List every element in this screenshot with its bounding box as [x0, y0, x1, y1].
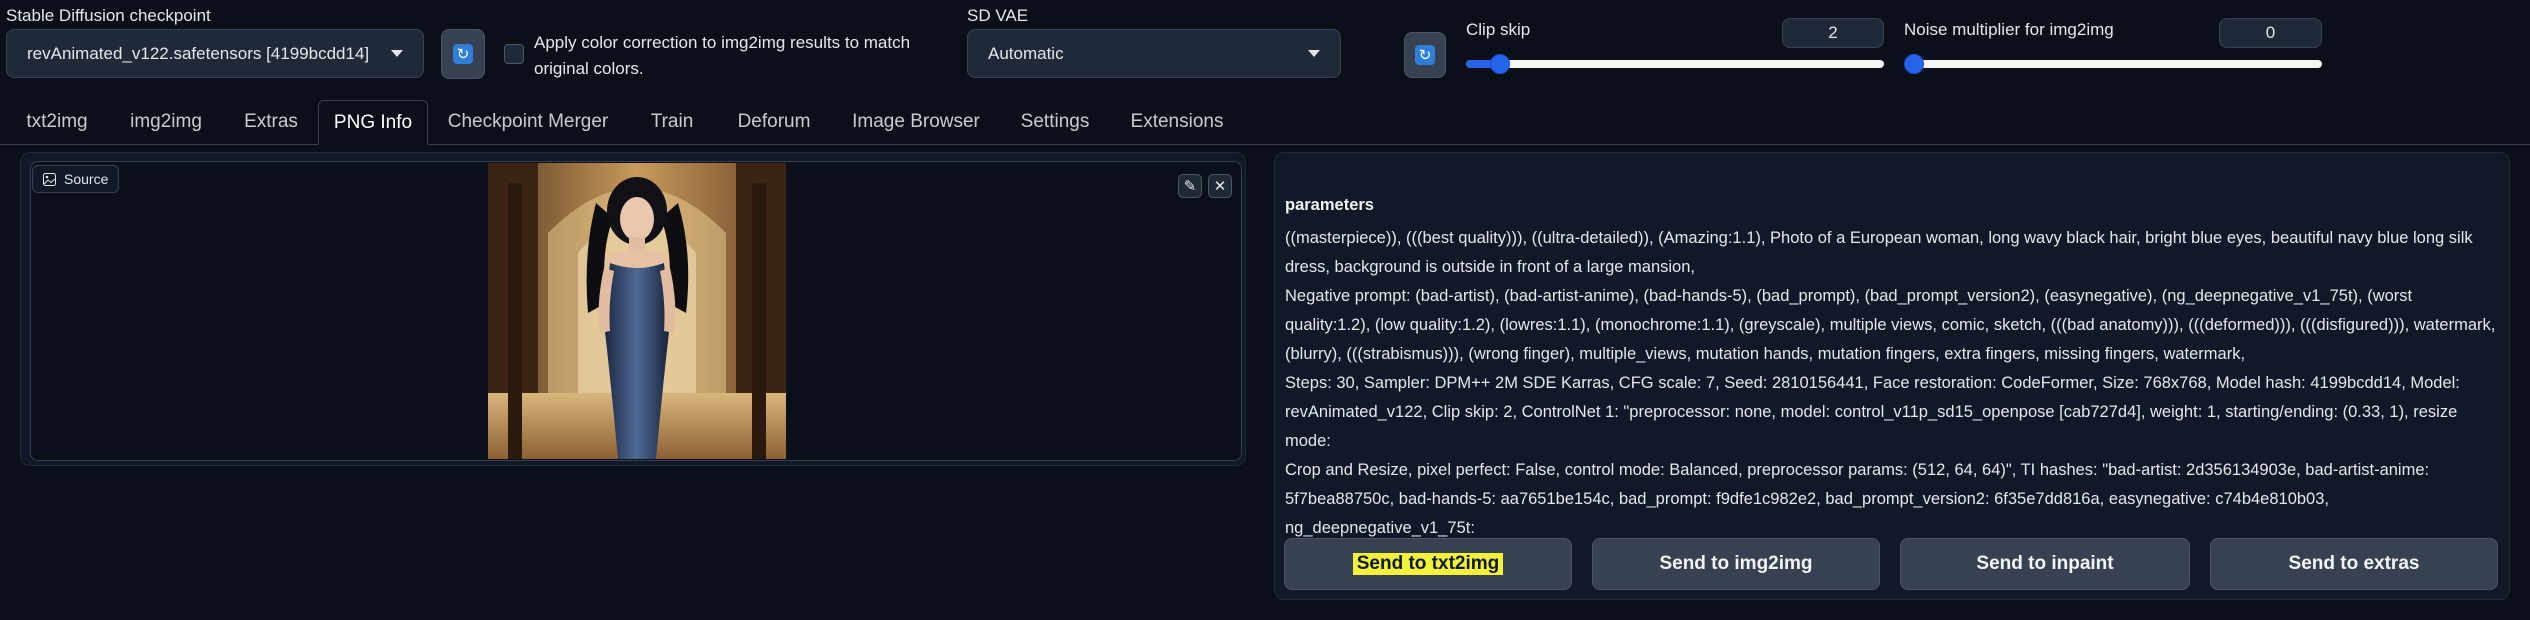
refresh-checkpoint-button[interactable]: ↻	[441, 29, 485, 79]
settings-line: Crop and Resize, pixel perfect: False, c…	[1285, 461, 2430, 479]
noise-multiplier-label: Noise multiplier for img2img	[1904, 20, 2114, 39]
generation-info: parameters ((masterpiece)), (((best qual…	[1285, 191, 2499, 572]
color-correction-label: Apply color correction to img2img result…	[534, 30, 910, 82]
clip-skip-slider-thumb[interactable]	[1490, 54, 1510, 74]
clip-skip-number-input[interactable]: 2	[1782, 18, 1884, 48]
prompt-line: dress, background is outside in front of…	[1285, 258, 1695, 276]
refresh-vae-button[interactable]: ↻	[1404, 32, 1446, 78]
vae-value: Automatic	[988, 43, 1064, 63]
tab-png-info[interactable]: PNG Info	[318, 100, 428, 145]
negative-prompt-line: quality:1.2), (low quality:1.2), (lowres…	[1285, 316, 2496, 334]
pencil-icon: ✎	[1183, 178, 1197, 195]
clip-skip-slider[interactable]	[1466, 54, 1884, 74]
source-tag: Source	[32, 165, 120, 193]
uploaded-image	[488, 163, 786, 459]
parameters-heading: parameters	[1285, 196, 1374, 214]
parameters-text: ((masterpiece)), (((best quality))), ((u…	[1285, 224, 2499, 572]
tab-settings[interactable]: Settings	[1006, 100, 1104, 143]
prompt-line: ((masterpiece)), (((best quality))), ((u…	[1285, 229, 2473, 247]
settings-line: 5f7bea88750c, bad-hands-5: aa7651be154c,…	[1285, 490, 2329, 537]
tab-txt2img[interactable]: txt2img	[8, 100, 106, 143]
tab-image-browser[interactable]: Image Browser	[836, 100, 996, 143]
image-icon	[43, 172, 56, 186]
checkpoint-value: revAnimated_v122.safetensors [4199bcdd14…	[27, 43, 370, 63]
noise-multiplier-slider[interactable]	[1904, 54, 2322, 74]
color-correction-line1: Apply color correction to img2img result…	[534, 33, 911, 52]
tab-extensions[interactable]: Extensions	[1116, 100, 1238, 143]
tab-deforum[interactable]: Deforum	[724, 100, 824, 143]
tab-train[interactable]: Train	[630, 100, 714, 143]
edit-image-button[interactable]: ✎	[1178, 174, 1202, 198]
chevron-down-icon	[1308, 50, 1320, 57]
noise-multiplier-slider-thumb[interactable]	[1904, 54, 1924, 74]
noise-multiplier-number-input[interactable]: 0	[2219, 18, 2322, 48]
checkpoint-dropdown[interactable]: revAnimated_v122.safetensors [4199bcdd14…	[6, 29, 424, 78]
clear-image-button[interactable]: ✕	[1208, 174, 1232, 198]
settings-line: revAnimated_v122, Clip skip: 2, ControlN…	[1285, 403, 2458, 450]
send-to-inpaint-button[interactable]: Send to inpaint	[1900, 538, 2190, 590]
chevron-down-icon	[391, 50, 403, 57]
refresh-icon: ↻	[1415, 45, 1435, 65]
vae-label: SD VAE	[967, 6, 1029, 25]
source-label: Source	[64, 171, 109, 187]
tab-extras[interactable]: Extras	[228, 100, 314, 143]
clip-skip-label: Clip skip	[1466, 20, 1531, 39]
negative-prompt-line: (blurry), (((strabismus))), (wrong finge…	[1285, 345, 2246, 363]
color-correction-checkbox[interactable]	[504, 44, 524, 64]
color-correction-line2: original colors.	[534, 59, 644, 78]
send-to-img2img-button[interactable]: Send to img2img	[1592, 538, 1880, 590]
vae-dropdown[interactable]: Automatic	[967, 29, 1341, 78]
main-tabs: txt2img img2img Extras PNG Info Checkpoi…	[0, 100, 2530, 145]
send-to-extras-button[interactable]: Send to extras	[2210, 538, 2498, 590]
send-to-txt2img-label: Send to txt2img	[1352, 553, 1504, 575]
tab-checkpoint-merger[interactable]: Checkpoint Merger	[438, 100, 618, 143]
refresh-icon: ↻	[453, 44, 473, 64]
settings-line: Steps: 30, Sampler: DPM++ 2M SDE Karras,…	[1285, 374, 2460, 392]
close-icon: ✕	[1213, 178, 1227, 195]
tab-img2img[interactable]: img2img	[116, 100, 216, 143]
send-to-txt2img-button[interactable]: Send to txt2img	[1284, 538, 1572, 590]
negative-prompt-line: Negative prompt: (bad-artist), (bad-arti…	[1285, 287, 2413, 305]
checkpoint-label: Stable Diffusion checkpoint	[6, 6, 211, 25]
